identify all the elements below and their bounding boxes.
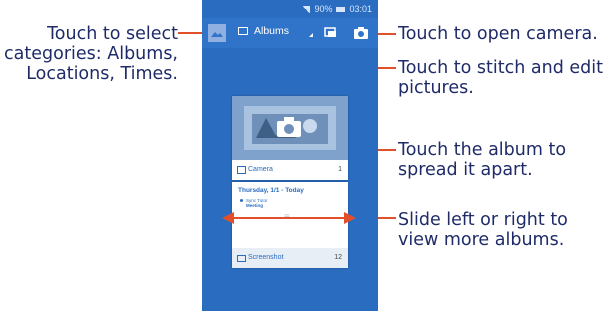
album-card-camera[interactable]: Camera 1 — [232, 96, 348, 180]
folder-icon — [237, 255, 246, 262]
preview-event: Meeting — [246, 203, 264, 208]
action-bar: Albums — [202, 18, 378, 48]
chevron-down-icon — [309, 33, 314, 37]
callout-stitch-edit: Touch to stitch and edit pictures. — [398, 58, 603, 98]
album-footer: Screenshot 12 — [232, 248, 348, 268]
callout-line: Slide left or right to — [398, 210, 568, 230]
callout-open-camera: Touch to open camera. — [398, 24, 598, 44]
callout-line: Locations, Times. — [26, 64, 178, 84]
callout-line: Touch the album to — [398, 140, 567, 160]
camera-icon — [237, 166, 246, 174]
gallery-icon[interactable] — [208, 24, 226, 42]
callout-slide-albums: Slide left or right to view more albums. — [398, 210, 568, 250]
clock: 03:01 — [349, 4, 372, 14]
callout-spread-album: Touch the album to spread it apart. — [398, 140, 566, 180]
album-folder-icon — [238, 27, 248, 35]
signal-icon — [302, 5, 311, 13]
album-name: Camera — [248, 166, 273, 173]
category-label: Albums — [254, 25, 290, 37]
camera-icon[interactable] — [352, 24, 370, 42]
callout-line: categories: Albums, — [4, 44, 178, 64]
album-count: 12 — [334, 254, 342, 261]
event-dot — [240, 199, 243, 202]
album-card-screenshot[interactable]: Thursday, 1/1 - Today Sync Tutor Meeting… — [232, 182, 348, 268]
arrow-left-icon — [222, 212, 234, 224]
phone-screen: 90% 03:01 Albums Camera 1 Thursday, 1/1 … — [202, 0, 378, 311]
callout-line: spread it apart. — [398, 160, 533, 180]
callout-line: Touch to select — [47, 24, 178, 44]
battery-level: 90% — [314, 4, 333, 14]
battery-icon — [336, 6, 346, 12]
category-selector[interactable]: Albums — [238, 25, 314, 37]
album-count: 1 — [338, 166, 342, 173]
album-footer: Camera 1 — [232, 160, 348, 180]
camera-overlay-icon — [276, 116, 302, 138]
callout-line: view more albums. — [398, 230, 565, 250]
arrow-right-icon — [344, 212, 356, 224]
preview-date: Thursday, 1/1 - Today — [238, 187, 304, 194]
callout-select-categories: Touch to select categories: Albums, Loca… — [0, 24, 178, 84]
callout-line: pictures. — [398, 78, 474, 98]
callout-line: Touch to open camera. — [398, 24, 598, 44]
slide-arrow-shaft — [232, 217, 350, 219]
status-bar: 90% 03:01 — [202, 0, 378, 18]
callout-line: Touch to stitch and edit — [398, 58, 603, 78]
album-name: Screenshot — [248, 254, 284, 261]
stitch-icon[interactable] — [322, 24, 340, 42]
